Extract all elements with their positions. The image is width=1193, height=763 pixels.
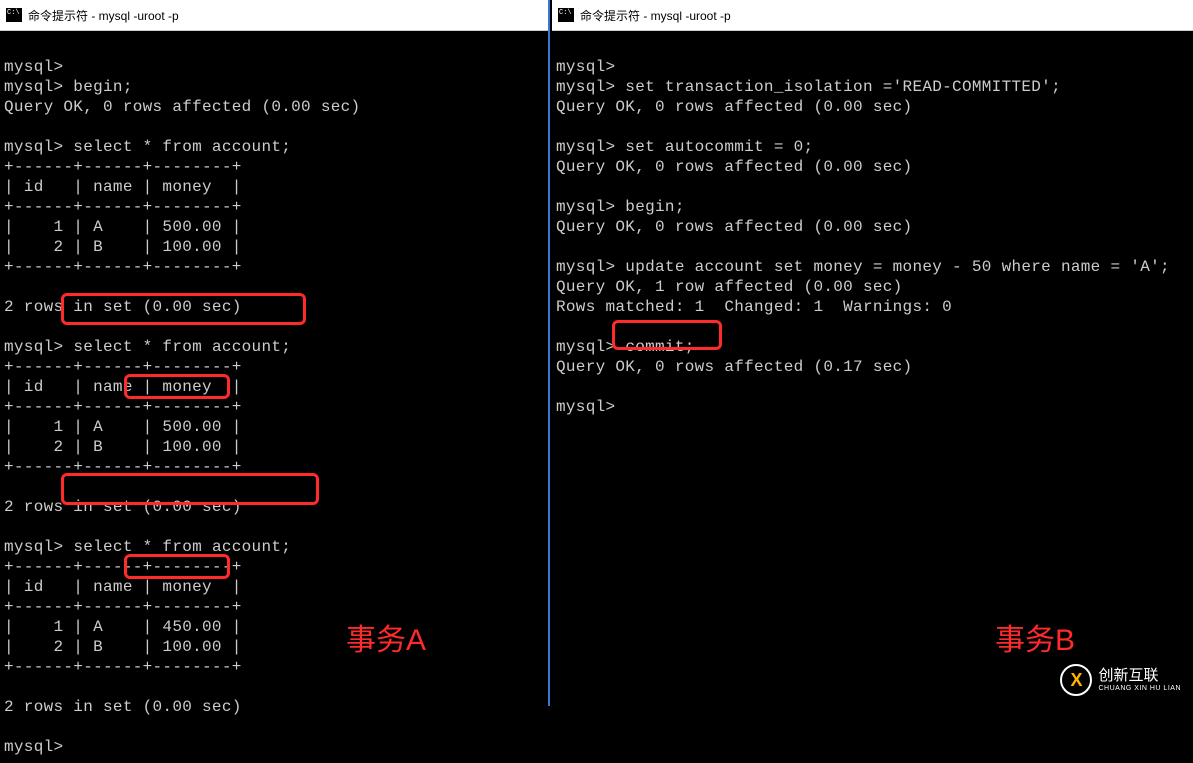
watermark: X 创新互联 CHUANG XIN HU LIAN [1060, 664, 1181, 696]
line: mysql> begin; [4, 78, 133, 96]
line: +------+------+--------+ [4, 558, 242, 576]
line: +------+------+--------+ [4, 258, 242, 276]
line-prompt: mysql> [556, 338, 615, 356]
line: | id | name | money | [4, 378, 242, 396]
line: mysql> [4, 738, 63, 756]
line: +------+------+--------+ [4, 358, 242, 376]
line: Query OK, 0 rows affected (0.00 sec) [556, 218, 912, 236]
title-text-left: 命令提示符 - mysql -uroot -p [28, 7, 179, 24]
transaction-label-a: 事务A [346, 615, 426, 659]
line: | 1 | A | 500.00 | [4, 418, 242, 436]
watermark-logo-icon: X [1060, 664, 1092, 696]
line: select * from account; [63, 538, 291, 556]
line: mysql> update account set money = money … [556, 258, 1170, 276]
line: +------+------+--------+ [4, 658, 242, 676]
line: Query OK, 1 row affected (0.00 sec) [556, 278, 903, 296]
line: select * from account; [63, 338, 291, 356]
line: +------+------+--------+ [4, 398, 242, 416]
titlebar-right[interactable]: 命令提示符 - mysql -uroot -p [552, 0, 1193, 31]
cmd-icon [6, 8, 22, 22]
titlebar-left[interactable]: 命令提示符 - mysql -uroot -p [0, 0, 548, 31]
line: Query OK, 0 rows affected (0.00 sec) [556, 98, 912, 116]
watermark-text-en: CHUANG XIN HU LIAN [1098, 685, 1181, 692]
line: 2 rows in set (0.00 sec) [4, 698, 242, 716]
line: mysql> set autocommit = 0; [556, 138, 813, 156]
terminal-output-left[interactable]: mysql> mysql> begin; Query OK, 0 rows af… [0, 31, 548, 763]
line: Query OK, 0 rows affected (0.17 sec) [556, 358, 912, 376]
line: | 2 | B | 100.00 | [4, 638, 242, 656]
line: commit; [615, 338, 694, 356]
line: mysql> [556, 58, 615, 76]
line: +------+------+--------+ [4, 158, 242, 176]
line: mysql> set transaction_isolation ='READ-… [556, 78, 1061, 96]
line: mysql> [556, 398, 615, 416]
line-prompt: mysql> [4, 338, 63, 356]
watermark-text-cn: 创新互联 [1098, 668, 1181, 683]
line: +------+------+--------+ [4, 198, 242, 216]
terminal-window-b: 命令提示符 - mysql -uroot -p mysql> mysql> se… [552, 0, 1193, 706]
line: mysql> select * from account; [4, 138, 291, 156]
line: | id | name | money | [4, 578, 242, 596]
line: mysql> begin; [556, 198, 685, 216]
terminal-window-a: 命令提示符 - mysql -uroot -p mysql> mysql> be… [0, 0, 550, 706]
line: Query OK, 0 rows affected (0.00 sec) [556, 158, 912, 176]
line: | 2 | B | 100.00 | [4, 238, 242, 256]
line: Rows matched: 1 Changed: 1 Warnings: 0 [556, 298, 952, 316]
line: Query OK, 0 rows affected (0.00 sec) [4, 98, 360, 116]
line: 2 rows in set (0.00 sec) [4, 298, 242, 316]
line: | 1 | A | 450.00 | [4, 618, 242, 636]
line: | id | name | money | [4, 178, 242, 196]
line: +------+------+--------+ [4, 458, 242, 476]
terminal-output-right[interactable]: mysql> mysql> set transaction_isolation … [552, 31, 1193, 423]
cmd-icon [558, 8, 574, 22]
line: | 1 | A | 500.00 | [4, 218, 242, 236]
line: | 2 | B | 100.00 | [4, 438, 242, 456]
line: 2 rows in set (0.00 sec) [4, 498, 242, 516]
line: mysql> [4, 58, 63, 76]
line: +------+------+--------+ [4, 598, 242, 616]
line-prompt: mysql> [4, 538, 63, 556]
transaction-label-b: 事务B [995, 615, 1075, 659]
title-text-right: 命令提示符 - mysql -uroot -p [580, 7, 731, 24]
